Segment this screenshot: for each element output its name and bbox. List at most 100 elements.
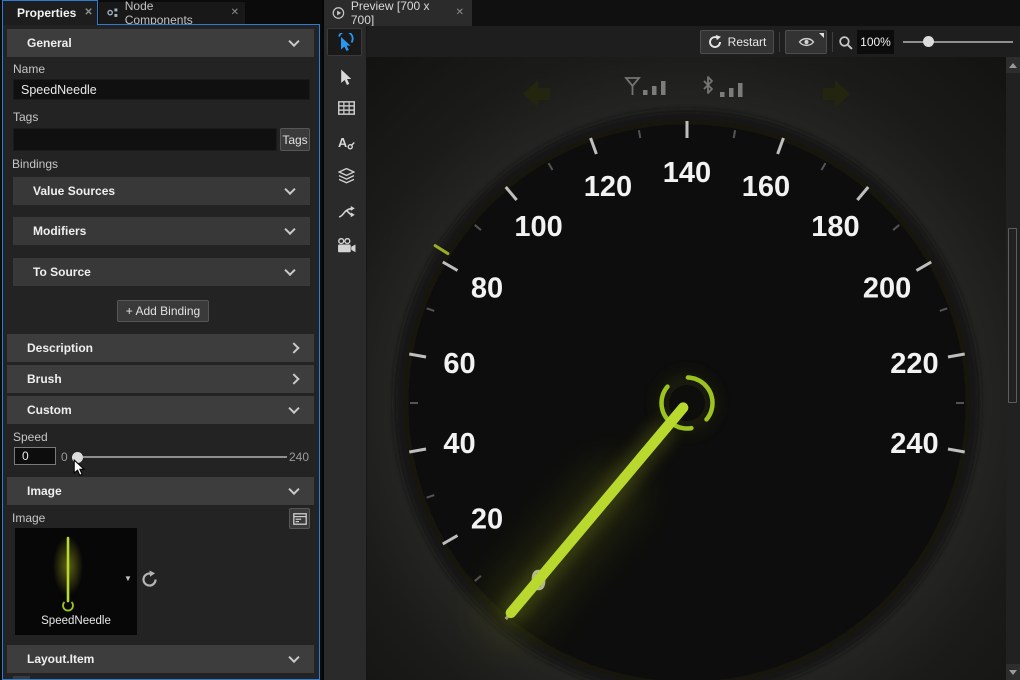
tags-button[interactable]: Tags [280,128,310,151]
section-modifiers[interactable]: Modifiers [13,217,310,245]
scrollbar-thumb[interactable] [1008,228,1017,403]
tags-input[interactable] [13,128,277,151]
preview-tab-bar: Preview [700 x 700] ✕ [324,0,1020,26]
speed-value-input[interactable] [14,447,56,465]
play-circle-icon [332,6,345,20]
properties-panel: General Name Tags Tags Bindings Value So… [2,24,320,680]
brush-label: Brush [27,372,62,386]
select-cursor-icon [339,69,354,86]
tags-button-label: Tags [282,133,307,147]
chevron-down-icon [284,265,295,276]
chevron-right-icon [288,342,299,353]
dropdown-corner-icon [819,33,824,38]
toolbar-separator [779,32,780,52]
interact-tool[interactable] [327,28,362,56]
thumbnail-caption: SpeedNeedle [15,615,137,627]
image-section-label: Image [27,484,62,498]
section-general-label: General [27,36,72,50]
value-sources-label: Value Sources [33,184,115,198]
branch-arrows-icon [338,203,355,220]
close-icon[interactable]: ✕ [84,8,92,18]
modifiers-label: Modifiers [33,224,86,238]
preview-canvas[interactable]: 020406080100120140160180200220240 [367,57,1006,680]
to-source-label: To Source [33,265,91,279]
zoom-slider-handle[interactable] [923,36,934,47]
speed-slider-max-label: 240 [289,450,309,464]
chevron-down-icon [288,652,299,663]
section-custom[interactable]: Custom [7,396,314,424]
speed-slider-track[interactable] [83,456,287,458]
form-editor-icon [293,513,307,525]
chevron-down-icon [288,36,299,47]
scroll-down-button[interactable] [1006,664,1020,680]
chevron-down-icon [284,224,295,235]
eye-icon [798,36,815,48]
grid-tool[interactable] [335,97,357,119]
svg-text:220: 220 [890,348,938,380]
svg-text:A: A [338,135,347,150]
svg-text:200: 200 [863,273,911,305]
svg-text:20: 20 [471,504,503,536]
image-thumbnail[interactable]: SpeedNeedle [15,528,137,635]
triangle-down-icon [1009,670,1017,675]
zoom-level-value[interactable]: 100% [857,30,894,54]
text-analyze-icon: A [338,135,355,150]
svg-text:180: 180 [811,211,859,243]
layers-tool[interactable] [335,165,357,187]
svg-text:60: 60 [443,348,475,380]
left-tab-bar: Properties ✕ Node Components ✕ [0,0,322,25]
svg-text:40: 40 [443,428,475,460]
preview-scrollbar[interactable] [1006,57,1020,680]
zoom-magnifier-icon [838,35,853,50]
camera-tool[interactable] [335,234,357,256]
restart-button[interactable]: Restart [700,30,774,54]
tab-node-components[interactable]: Node Components ✕ [99,2,245,24]
chevron-down-icon [288,403,299,414]
preview-tool-strip: A [324,26,367,680]
name-input[interactable] [13,79,310,100]
section-general[interactable]: General [7,29,314,57]
visibility-button[interactable] [785,30,827,54]
section-value-sources[interactable]: Value Sources [13,177,310,205]
layout-item-label: Layout.Item [27,652,94,666]
chevron-right-icon [288,373,299,384]
section-image[interactable]: Image [7,477,314,505]
section-layout-item[interactable]: Layout.Item [7,645,314,673]
restart-icon [708,35,722,49]
text-tool[interactable]: A [335,131,357,153]
tab-preview-label: Preview [700 x 700] [351,0,448,27]
close-icon[interactable]: ✕ [231,8,239,18]
kanzi-studio-window: Properties ✕ Node Components ✕ General N… [0,0,1020,680]
name-label: Name [13,62,45,76]
zoom-slider-track[interactable] [903,41,1013,43]
svg-text:100: 100 [514,211,562,243]
custom-label: Custom [27,403,72,417]
branch-tool[interactable] [335,200,357,222]
reset-to-default-icon[interactable] [140,570,159,589]
toolbar-separator [832,32,833,52]
scroll-up-button[interactable] [1006,57,1020,73]
needle-image [15,528,137,618]
video-camera-icon [337,238,356,253]
chevron-down-icon [288,484,299,495]
bindings-label: Bindings [12,157,58,171]
table-icon [338,101,355,115]
image-properties-button[interactable] [289,508,310,529]
svg-text:120: 120 [584,171,632,203]
preview-toolbar: Restart 100% [367,26,1020,57]
zoom-level-label: 100% [860,35,891,49]
image-label: Image [12,511,45,525]
speed-slider-min-label: 0 [61,450,68,464]
section-description[interactable]: Description [7,334,314,362]
tab-preview[interactable]: Preview [700 x 700] ✕ [324,0,472,26]
image-dropdown-icon[interactable]: ▼ [124,574,132,583]
select-tool[interactable] [335,66,357,88]
section-brush[interactable]: Brush [7,365,314,393]
description-label: Description [27,341,93,355]
speedometer-gauge: 020406080100120140160180200220240 [367,57,1006,680]
tab-properties[interactable]: Properties ✕ [2,0,98,25]
close-icon[interactable]: ✕ [456,8,464,18]
section-to-source[interactable]: To Source [13,258,310,286]
layers-icon [338,168,355,184]
add-binding-button[interactable]: + Add Binding [117,300,209,322]
